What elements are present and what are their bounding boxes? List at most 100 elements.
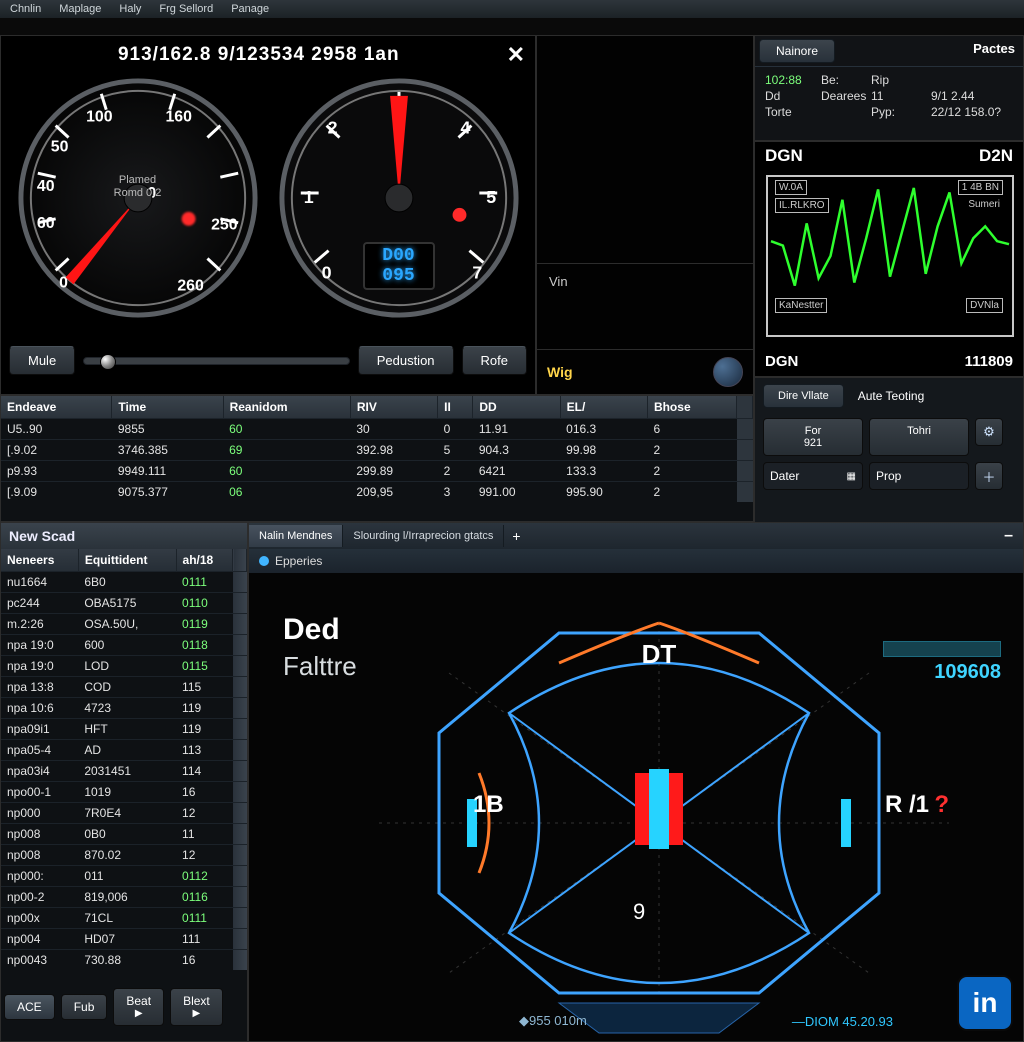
- readout: [931, 73, 1021, 87]
- scad-col-header[interactable]: Equittident: [78, 549, 176, 572]
- data-col-header[interactable]: RIV: [350, 396, 437, 419]
- list-item[interactable]: npa 19:0LOD0115: [1, 656, 247, 677]
- scad-col-header[interactable]: ah/18: [176, 549, 232, 572]
- wave-ftr-r: 111809: [965, 353, 1013, 370]
- list-item[interactable]: np00x71CL0111: [1, 908, 247, 929]
- cell: 9855: [112, 419, 223, 440]
- prop-input[interactable]: Prop: [869, 462, 969, 490]
- table-row[interactable]: p9.939949.11160299.8926421133.32: [1, 461, 753, 482]
- data-col-header[interactable]: DD: [473, 396, 560, 419]
- list-item[interactable]: m.2:26OSA.50U,0119: [1, 614, 247, 635]
- mule-button[interactable]: Mule: [9, 346, 75, 375]
- cell: AD: [78, 740, 176, 761]
- readout: Dearees: [821, 89, 871, 103]
- list-item[interactable]: np008870.0212: [1, 845, 247, 866]
- table-row[interactable]: [.9.023746.38569392.985904.399.982: [1, 440, 753, 461]
- readout: Rip: [871, 73, 931, 87]
- readout: 9/1 2.44: [931, 89, 1021, 103]
- ace-button[interactable]: ACE: [4, 994, 55, 1020]
- list-item[interactable]: nu16646B00111: [1, 572, 247, 593]
- slider-thumb-icon[interactable]: [100, 354, 116, 370]
- data-col-header[interactable]: Bhose: [647, 396, 736, 419]
- tab-nalin[interactable]: Nalin Mendnes: [249, 525, 343, 547]
- cell: 0B0: [78, 824, 176, 845]
- vin-row: Vin: [537, 264, 753, 350]
- list-item[interactable]: np0043730.8816: [1, 950, 247, 971]
- nine-label: 9: [633, 899, 645, 925]
- table-row[interactable]: [.9.099075.37706209,953991.00995.902: [1, 482, 753, 503]
- linkedin-icon[interactable]: in: [957, 975, 1013, 1031]
- for-label: For: [768, 425, 858, 437]
- cell: 113: [176, 740, 232, 761]
- list-item[interactable]: npa 19:06000118: [1, 635, 247, 656]
- rofe-button[interactable]: Rofe: [462, 346, 527, 375]
- cell: 5: [438, 440, 473, 461]
- list-item[interactable]: np0080B011: [1, 824, 247, 845]
- list-item[interactable]: npa 10:64723119: [1, 698, 247, 719]
- scrollbar-icon[interactable]: [737, 396, 753, 419]
- list-item[interactable]: np004HD07111: [1, 929, 247, 950]
- menu-item[interactable]: Maplage: [59, 3, 101, 15]
- list-item[interactable]: npo00-1101916: [1, 782, 247, 803]
- list-item[interactable]: np0007R0E412: [1, 803, 247, 824]
- cell: 60: [223, 461, 350, 482]
- dater-input[interactable]: Dater ▦: [763, 462, 863, 490]
- readout: Be:: [821, 73, 871, 87]
- calendar-icon: ▦: [847, 471, 856, 482]
- cell: 0: [438, 419, 473, 440]
- cell: 2: [647, 482, 736, 503]
- list-item[interactable]: np000:0110112: [1, 866, 247, 887]
- dire-vllate-tab[interactable]: Dire Vllate: [763, 384, 844, 408]
- info-panel: Nainore Pactes 102:88 Be: Rip Dd Dearees…: [754, 35, 1024, 141]
- cell: OSA.50U,: [78, 614, 176, 635]
- scad-table: NeneersEquittidentah/18 nu16646B00111pc2…: [1, 549, 247, 970]
- blext-button[interactable]: Blext▶: [170, 988, 223, 1026]
- cell: 6: [647, 419, 736, 440]
- cell: 0112: [176, 866, 232, 887]
- cell: 69: [223, 440, 350, 461]
- tohri-button[interactable]: Tohri: [869, 418, 969, 456]
- cell: COD: [78, 677, 176, 698]
- beat-button[interactable]: Beat▶: [113, 988, 164, 1026]
- cell: 119: [176, 719, 232, 740]
- fub-button[interactable]: Fub: [61, 994, 108, 1020]
- data-col-header[interactable]: II: [438, 396, 473, 419]
- for-button[interactable]: For 921: [763, 418, 863, 456]
- table-row[interactable]: U5..9098556030011.91016.36: [1, 419, 753, 440]
- list-item[interactable]: npa09i1HFT119: [1, 719, 247, 740]
- pedustion-button[interactable]: Pedustion: [358, 346, 454, 375]
- data-table-panel: EndeaveTimeReanidomRIVIIDDEL/Bhose U5..9…: [0, 395, 754, 522]
- menu-item[interactable]: Haly: [119, 3, 141, 15]
- list-item[interactable]: pc244OBA51750110: [1, 593, 247, 614]
- scad-col-header[interactable]: Neneers: [1, 549, 78, 572]
- minimize-icon[interactable]: –: [994, 523, 1023, 549]
- data-col-header[interactable]: Endeave: [1, 396, 112, 419]
- cell: 16: [176, 950, 232, 971]
- add-tab-icon[interactable]: +: [504, 525, 528, 547]
- aute-teoting-label: Aute Teoting: [850, 384, 933, 408]
- cell: 392.98: [350, 440, 437, 461]
- list-item[interactable]: npa 13:8COD115: [1, 677, 247, 698]
- data-col-header[interactable]: Time: [112, 396, 223, 419]
- data-col-header[interactable]: Reanidom: [223, 396, 350, 419]
- menu-item[interactable]: Panage: [231, 3, 269, 15]
- cell: 0116: [176, 887, 232, 908]
- bottom-bar: ACE Fub Beat▶ Blext▶: [0, 990, 248, 1024]
- cell: OBA5175: [78, 593, 176, 614]
- close-icon[interactable]: ✕: [507, 42, 525, 68]
- plus-icon[interactable]: ＋: [975, 462, 1003, 490]
- dash-slider[interactable]: [83, 357, 350, 365]
- menu-item[interactable]: Frg Sellord: [159, 3, 213, 15]
- nainore-tab[interactable]: Nainore: [759, 39, 835, 63]
- wave-box: DVNla: [966, 298, 1003, 313]
- data-col-header[interactable]: EL/: [560, 396, 647, 419]
- dashboard-icon[interactable]: [713, 357, 743, 387]
- list-item[interactable]: npa03i42031451114: [1, 761, 247, 782]
- scrollbar-icon[interactable]: [233, 549, 247, 572]
- menu-item[interactable]: Chnlin: [10, 3, 41, 15]
- list-item[interactable]: np00-2819,0060116: [1, 887, 247, 908]
- gear-icon[interactable]: ⚙: [975, 418, 1003, 446]
- list-item[interactable]: npa05-4AD113: [1, 740, 247, 761]
- wave-hdr-r: D2N: [979, 146, 1013, 166]
- tab-slourding[interactable]: Slourding l/Irraprecion gtatcs: [343, 525, 504, 547]
